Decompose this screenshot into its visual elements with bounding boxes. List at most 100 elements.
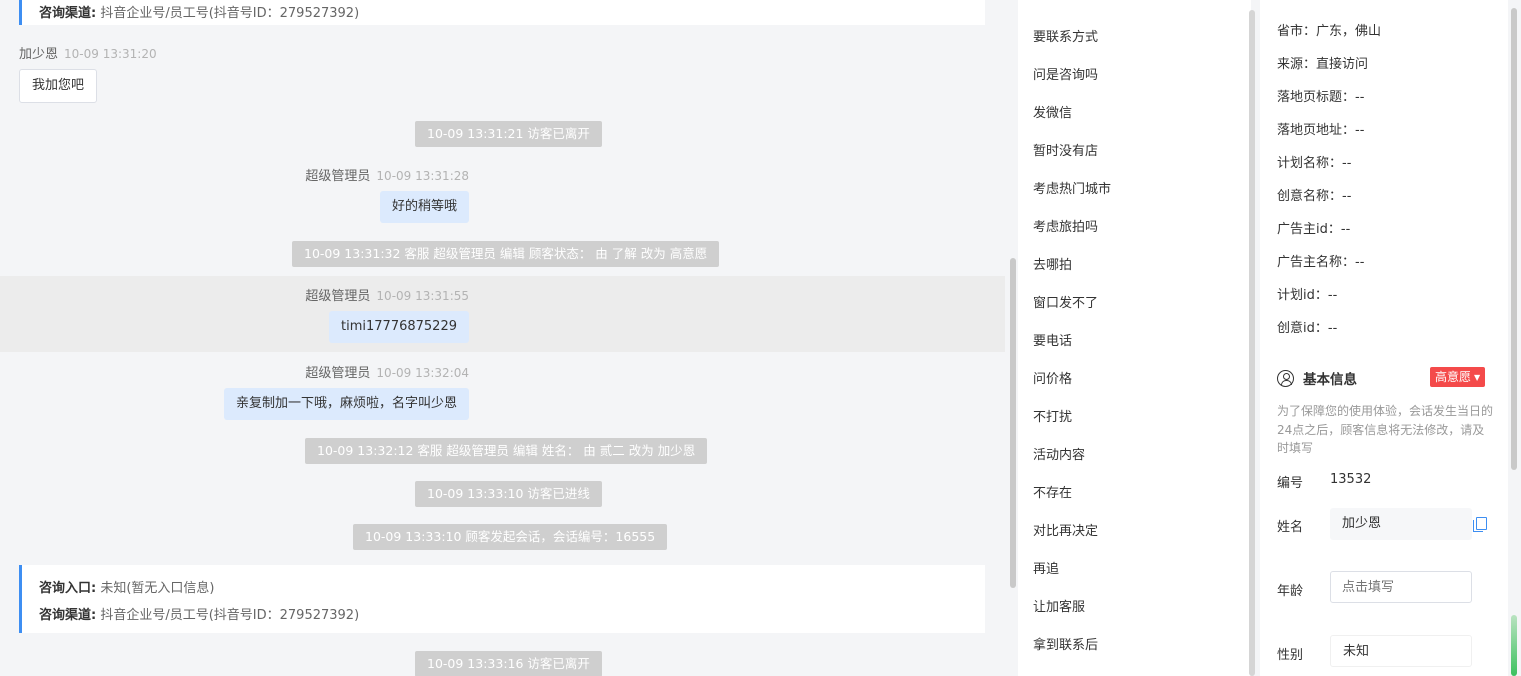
chat-panel: 咨询渠道: 抖音企业号/员工号(抖音号ID：279527392) 加少恩 10-0… [0, 0, 1005, 676]
info-label: 落地页地址： [1277, 123, 1356, 138]
entry-label: 咨询入口: [39, 581, 97, 596]
user-circle-icon [1277, 369, 1294, 387]
system-notice: 10-09 13:33:10 访客已进线 [415, 481, 602, 507]
quick-reply-item[interactable]: 拿到联系后 [1033, 634, 1098, 653]
info-row-advertiser-id: 广告主id：-- [1277, 218, 1350, 237]
entry-card: 咨询入口: 未知(暂无入口信息) 咨询渠道: 抖音企业号/员工号(抖音号ID：2… [19, 565, 985, 633]
channel-label: 咨询渠道: [39, 608, 97, 623]
system-notice: 10-09 13:31:32 客服 超级管理员 编辑 顾客状态： 由 了解 改为… [292, 241, 720, 267]
name-field[interactable]: 加少恩 [1330, 508, 1472, 540]
info-scrollbar-indicator [1511, 615, 1517, 676]
info-label: 广告主名称： [1277, 255, 1356, 270]
info-value: -- [1327, 288, 1338, 303]
info-value: -- [1342, 189, 1352, 204]
intent-status-dropdown[interactable]: 高意愿 ▼ [1430, 367, 1486, 387]
quick-reply-item[interactable]: 再追 [1033, 558, 1059, 577]
info-row-creative-name: 创意名称：-- [1277, 185, 1351, 204]
channel-row: 咨询渠道: 抖音企业号/员工号(抖音号ID：279527392) [39, 2, 359, 21]
entry-row: 咨询入口: 未知(暂无入口信息) [39, 577, 215, 596]
chat-scrollbar-thumb[interactable] [1010, 258, 1016, 588]
system-notice: 10-09 13:33:10 顾客发起会话，会话编号：16555 [353, 524, 668, 550]
info-label: 创意名称： [1277, 189, 1343, 204]
quick-reply-item[interactable]: 问是咨询吗 [1033, 64, 1098, 83]
quick-reply-item[interactable]: 考虑热门城市 [1033, 178, 1111, 197]
info-row-advertiser-name: 广告主名称：-- [1277, 251, 1364, 270]
edit-deadline-notice: 为了保障您的使用体验，会话发生当日的24点之后，顾客信息将无法修改，请及时填写 [1277, 404, 1494, 455]
info-row-region: 省市：广东，佛山 [1277, 20, 1381, 39]
info-label: 计划id： [1277, 288, 1328, 303]
message-time: 10-09 13:31:20 [64, 47, 157, 61]
name-label: 姓名 [1277, 520, 1304, 535]
quick-reply-item[interactable]: 让加客服 [1033, 596, 1085, 615]
info-label: 广告主id： [1277, 222, 1341, 237]
quick-reply-item[interactable]: 窗口发不了 [1033, 292, 1098, 311]
channel-value: 抖音企业号/员工号(抖音号ID：279527392) [100, 608, 360, 623]
age-label: 年龄 [1277, 584, 1304, 599]
entry-value: 未知(暂无入口信息) [100, 581, 215, 596]
sender-name: 加少恩 [19, 47, 59, 62]
intent-status-label: 高意愿 [1435, 370, 1472, 384]
visitor-message-bubble: 我加您吧 [19, 69, 98, 103]
info-row-landing-url: 落地页地址：-- [1277, 119, 1364, 138]
info-scrollbar-thumb[interactable] [1511, 8, 1517, 470]
gender-field[interactable]: 未知 [1330, 635, 1472, 667]
message-sender: 超级管理员 10-09 13:31:28 [305, 165, 469, 184]
info-row-plan-id: 计划id：-- [1277, 284, 1337, 303]
info-value: -- [1340, 222, 1351, 237]
info-row-source: 来源：直接访问 [1277, 53, 1368, 72]
basic-info-heading: 基本信息 [1277, 368, 1357, 388]
message-sender: 加少恩 10-09 13:31:20 [19, 43, 157, 62]
info-row-creative-id: 创意id：-- [1277, 317, 1337, 336]
info-label: 创意id： [1277, 321, 1328, 336]
quick-reply-item[interactable]: 活动内容 [1033, 444, 1085, 463]
info-value: -- [1327, 321, 1338, 336]
quick-reply-item[interactable]: 问价格 [1033, 368, 1072, 387]
top-entry-card: 咨询渠道: 抖音企业号/员工号(抖音号ID：279527392) [19, 0, 985, 25]
message-time: 10-09 13:31:28 [376, 169, 469, 183]
info-label: 省市： [1277, 24, 1317, 39]
quick-reply-item[interactable]: 暂时没有店 [1033, 140, 1098, 159]
channel-row: 咨询渠道: 抖音企业号/员工号(抖音号ID：279527392) [39, 604, 359, 623]
customer-info-panel: 省市：广东，佛山 来源：直接访问 落地页标题：-- 落地页地址：-- 计划名称：… [1260, 0, 1508, 676]
agent-message-bubble: timi17776875229 [329, 311, 469, 343]
info-label: 来源： [1277, 57, 1317, 72]
system-notice: 10-09 13:32:12 客服 超级管理员 编辑 姓名： 由 贰二 改为 加… [305, 438, 708, 464]
quick-reply-scrollbar[interactable] [1249, 10, 1255, 676]
basic-info-title: 基本信息 [1303, 372, 1357, 388]
id-label: 编号 [1277, 476, 1304, 491]
quick-reply-item[interactable]: 不存在 [1033, 482, 1072, 501]
message-time: 10-09 13:31:55 [376, 289, 469, 303]
age-input[interactable] [1330, 571, 1472, 603]
quick-reply-item[interactable]: 要电话 [1033, 330, 1072, 349]
agent-message-bubble: 亲复制加一下哦，麻烦啦，名字叫少恩 [223, 388, 469, 420]
info-value: -- [1342, 156, 1352, 171]
channel-value: 抖音企业号/员工号(抖音号ID：279527392) [100, 6, 360, 21]
info-value: -- [1355, 123, 1365, 138]
quick-reply-item[interactable]: 考虑旅拍吗 [1033, 216, 1098, 235]
caret-down-icon: ▼ [1474, 373, 1481, 382]
message-sender: 超级管理员 10-09 13:32:04 [305, 362, 469, 381]
info-value: -- [1355, 255, 1365, 270]
quick-reply-item[interactable]: 去哪拍 [1033, 254, 1072, 273]
message-sender: 超级管理员 10-09 13:31:55 [305, 285, 469, 304]
message-time: 10-09 13:32:04 [376, 366, 469, 380]
info-value: 直接访问 [1316, 57, 1369, 72]
id-value: 13532 [1330, 472, 1372, 487]
sender-name: 超级管理员 [305, 366, 371, 381]
info-row-landing-title: 落地页标题：-- [1277, 86, 1364, 105]
highlighted-message-row [0, 276, 1005, 352]
agent-message-bubble: 好的稍等哦 [379, 191, 469, 223]
sender-name: 超级管理员 [305, 289, 371, 304]
channel-label: 咨询渠道: [39, 6, 97, 21]
quick-reply-item[interactable]: 发微信 [1033, 102, 1072, 121]
info-label: 计划名称： [1277, 156, 1343, 171]
copy-icon[interactable] [1473, 517, 1487, 532]
info-label: 落地页标题： [1277, 90, 1356, 105]
gender-label: 性别 [1277, 648, 1304, 663]
system-notice: 10-09 13:31:21 访客已离开 [415, 121, 602, 147]
quick-reply-item[interactable]: 不打扰 [1033, 406, 1072, 425]
quick-reply-item[interactable]: 对比再决定 [1033, 520, 1098, 539]
quick-reply-item[interactable]: 要联系方式 [1033, 26, 1098, 45]
quick-reply-panel: 要联系方式 问是咨询吗 发微信 暂时没有店 考虑热门城市 考虑旅拍吗 去哪拍 窗… [1018, 0, 1251, 676]
sender-name: 超级管理员 [305, 169, 371, 184]
